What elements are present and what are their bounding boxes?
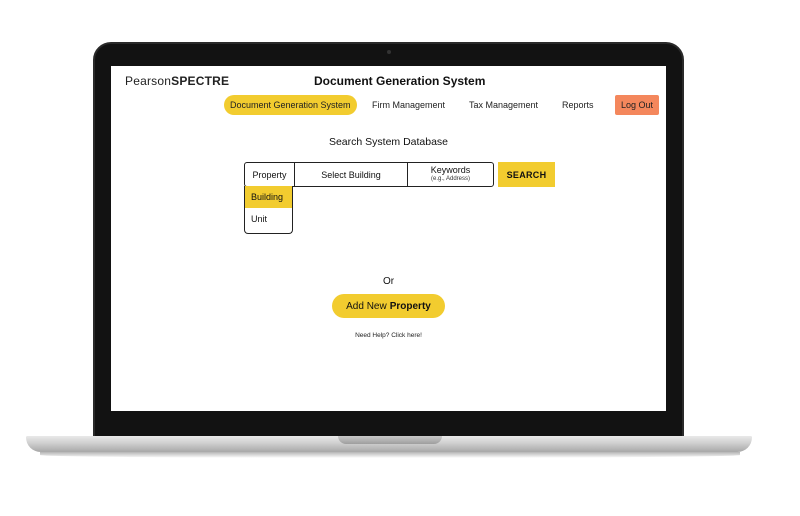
help-link[interactable]: Need Help? Click here!	[111, 332, 666, 339]
keywords-input[interactable]: Keywords (e.g., Address)	[407, 163, 493, 186]
building-select[interactable]: Select Building	[294, 163, 407, 186]
logout-button[interactable]: Log Out	[615, 95, 660, 115]
search-button[interactable]: SEARCH	[498, 162, 555, 187]
dropdown-option-unit[interactable]: Unit	[245, 208, 292, 230]
laptop-opening-notch	[338, 436, 442, 444]
logo-light-text: Pearson	[125, 74, 172, 88]
webcam	[387, 50, 391, 54]
search-bar: Property Select Building Keywords (e.g.,…	[244, 162, 494, 187]
add-button-prefix: Add New	[346, 300, 387, 312]
search-type-select[interactable]: Property	[245, 163, 294, 186]
add-new-property-button[interactable]: Add New Property	[332, 294, 445, 318]
nav-firm-management[interactable]: Firm Management	[372, 95, 445, 115]
logo-bold-text: SPECTRE	[171, 74, 230, 88]
app-screen: PearsonSPECTRE Document Generation Syste…	[111, 66, 666, 411]
dropdown-option-building[interactable]: Building	[245, 186, 292, 208]
or-separator: Or	[382, 276, 395, 287]
search-heading: Search System Database	[328, 136, 449, 148]
nav-tax-management[interactable]: Tax Management	[469, 95, 538, 115]
add-button-bold: Property	[389, 300, 431, 312]
search-type-dropdown: Building Unit	[244, 186, 293, 234]
keywords-label: Keywords	[430, 164, 471, 175]
page-title: Document Generation System	[314, 74, 486, 88]
nav-reports[interactable]: Reports	[562, 95, 594, 115]
keywords-hint: (e.g., Address)	[430, 175, 471, 182]
brand-logo[interactable]: PearsonSPECTRE	[125, 74, 229, 88]
nav-document-generation[interactable]: Document Generation System	[224, 95, 357, 115]
laptop-shadow	[40, 452, 740, 458]
